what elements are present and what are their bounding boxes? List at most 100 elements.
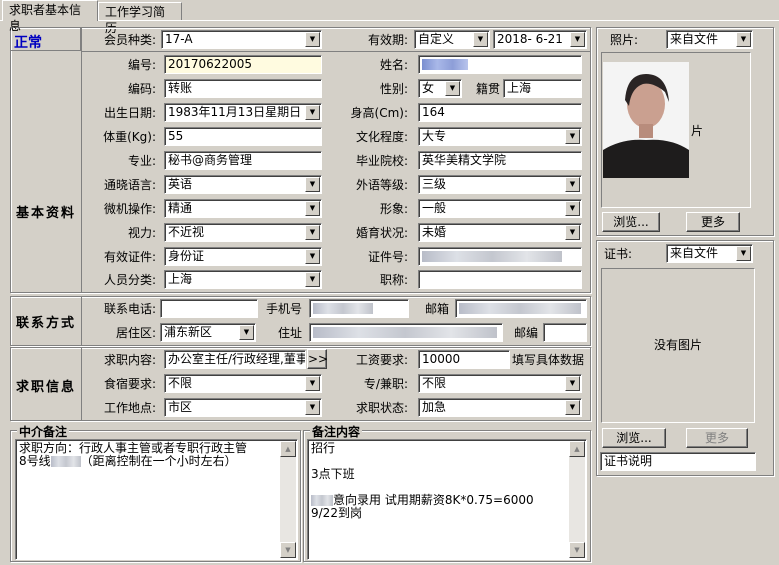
basic-section-title: 基本资料	[15, 206, 76, 221]
birth-date-picker[interactable]: 1983年11月13日星期日 ▼	[164, 103, 322, 122]
category-select[interactable]: 上海 ▼	[164, 270, 322, 289]
marital-select[interactable]: 未婚 ▼	[418, 223, 582, 242]
photo-more-button[interactable]: 更多	[686, 212, 740, 232]
redacted-station	[50, 456, 81, 467]
tab-work-history[interactable]: 工作学习简历	[98, 2, 182, 35]
job-content-field[interactable]: 办公室主任/行政经理,董事	[164, 350, 306, 369]
school-label: 毕业院校:	[355, 154, 408, 168]
dropdown-arrow-icon: ▼	[565, 129, 580, 144]
weight-field[interactable]: 55	[164, 127, 322, 146]
mobile-field[interactable]	[309, 299, 409, 318]
gender-label: 性别:	[379, 82, 408, 96]
photo-label: 照片:	[609, 33, 638, 47]
parttime-label: 专/兼职:	[363, 377, 408, 391]
dropdown-arrow-icon: ▼	[239, 325, 254, 340]
location-select[interactable]: 市区 ▼	[164, 398, 322, 417]
validity-mode-select[interactable]: 自定义 ▼	[414, 30, 490, 49]
appearance-select[interactable]: 一般 ▼	[418, 199, 582, 218]
state-select[interactable]: 加急 ▼	[418, 398, 582, 417]
agent-note-scrollbar[interactable]: ▲ ▼	[280, 441, 296, 558]
parttime-select[interactable]: 不限 ▼	[418, 374, 582, 393]
cert-desc-field[interactable]: 证书说明	[600, 452, 756, 471]
job-section-title: 求职信息	[15, 380, 76, 395]
mobile-label: 手机号	[265, 302, 302, 316]
remark-scrollbar[interactable]: ▲ ▼	[569, 441, 585, 558]
dropdown-arrow-icon: ▼	[305, 400, 320, 415]
district-select[interactable]: 浦东新区 ▼	[160, 323, 256, 342]
code-field[interactable]: 转账	[164, 79, 322, 98]
number-field[interactable]: 20170622005	[164, 55, 322, 74]
redacted-name-remark	[311, 495, 333, 506]
redacted-address	[313, 327, 497, 338]
name-field[interactable]	[418, 55, 582, 74]
member-type-label: 会员种类:	[103, 33, 156, 47]
native-label: 籍贯	[475, 82, 500, 96]
native-field[interactable]: 上海	[503, 79, 582, 98]
redacted-mobile	[313, 303, 373, 314]
category-label: 人员分类:	[103, 273, 156, 287]
job-content-more-button[interactable]: >>	[307, 349, 328, 369]
redacted-id	[422, 251, 562, 262]
major-field[interactable]: 秘书@商务管理	[164, 151, 322, 170]
school-field[interactable]: 英华美精文学院	[418, 151, 582, 170]
title-label: 职称:	[379, 273, 408, 287]
zip-field[interactable]	[543, 323, 587, 342]
agent-note-memo[interactable]: 求职方向：行政人事主管或者专职行政主管 8号线 （距离控制在一个小时左右） ▲ ▼	[15, 439, 298, 560]
vision-label: 视力:	[127, 226, 156, 240]
cert-image-area: 没有图片	[601, 268, 755, 423]
board-select[interactable]: 不限 ▼	[164, 374, 322, 393]
tab-basic-info[interactable]: 求职者基本信息	[2, 0, 98, 33]
member-type-select[interactable]: 17-A ▼	[161, 30, 322, 49]
dropdown-arrow-icon: ▼	[473, 32, 488, 47]
remark-memo[interactable]: 招行 3点下班 意向录用 试用期薪资8K*0.75=6000 9/22到岗 ▲ ▼	[307, 439, 587, 560]
cert-source-select[interactable]: 来自文件 ▼	[666, 244, 753, 263]
location-label: 工作地点:	[103, 401, 156, 415]
job-content-label: 求职内容:	[103, 353, 156, 367]
dropdown-arrow-icon: ▼	[736, 32, 751, 47]
cert-browse-button[interactable]: 浏览...	[602, 428, 666, 448]
redacted-email	[459, 303, 581, 314]
phone-label: 联系电话:	[103, 302, 156, 316]
number-label: 编号:	[127, 58, 156, 72]
dropdown-arrow-icon: ▼	[305, 32, 320, 47]
birth-label: 出生日期:	[103, 106, 156, 120]
name-label: 姓名:	[379, 58, 408, 72]
id-no-label: 证件号:	[367, 250, 408, 264]
id-type-select[interactable]: 身份证 ▼	[164, 247, 322, 266]
redacted-name	[422, 59, 468, 70]
dropdown-arrow-icon: ▼	[445, 81, 460, 96]
address-field[interactable]	[309, 323, 503, 342]
salary-field[interactable]: 10000	[418, 350, 510, 369]
vision-select[interactable]: 不近视 ▼	[164, 223, 322, 242]
salary-hint: 填写具体数据	[512, 353, 585, 367]
dropdown-arrow-icon: ▼	[570, 32, 585, 47]
photo-source-select[interactable]: 来自文件 ▼	[666, 30, 753, 49]
id-no-field[interactable]	[418, 247, 582, 266]
validity-date-picker[interactable]: 2018- 6-21 ▼	[493, 30, 587, 49]
photo-suffix-text: 片	[691, 124, 704, 138]
lang-level-label: 外语等级:	[355, 178, 408, 192]
dropdown-arrow-icon: ▼	[305, 376, 320, 391]
salary-label: 工资要求:	[355, 353, 408, 367]
email-field[interactable]	[455, 299, 587, 318]
code-label: 编码:	[127, 82, 156, 96]
dropdown-arrow-icon: ▼	[305, 272, 320, 287]
height-field[interactable]: 164	[418, 103, 582, 122]
computer-label: 微机操作:	[103, 202, 156, 216]
photo-browse-button[interactable]: 浏览...	[602, 212, 660, 232]
gender-select[interactable]: 女 ▼	[418, 79, 462, 98]
title-field[interactable]	[418, 270, 582, 289]
remark-title: 备注内容	[310, 423, 363, 440]
computer-select[interactable]: 精通 ▼	[164, 199, 322, 218]
district-label: 居住区:	[115, 326, 156, 340]
lang-level-select[interactable]: 三级 ▼	[418, 175, 582, 194]
education-select[interactable]: 大专 ▼	[418, 127, 582, 146]
phone-field[interactable]	[160, 299, 258, 318]
dropdown-arrow-icon: ▼	[305, 177, 320, 192]
language-label: 通晓语言:	[103, 178, 156, 192]
language-select[interactable]: 英语 ▼	[164, 175, 322, 194]
photo-image	[603, 62, 689, 178]
appearance-label: 形象:	[379, 202, 408, 216]
cert-more-button[interactable]: 更多	[686, 428, 748, 448]
state-label: 求职状态:	[355, 401, 408, 415]
